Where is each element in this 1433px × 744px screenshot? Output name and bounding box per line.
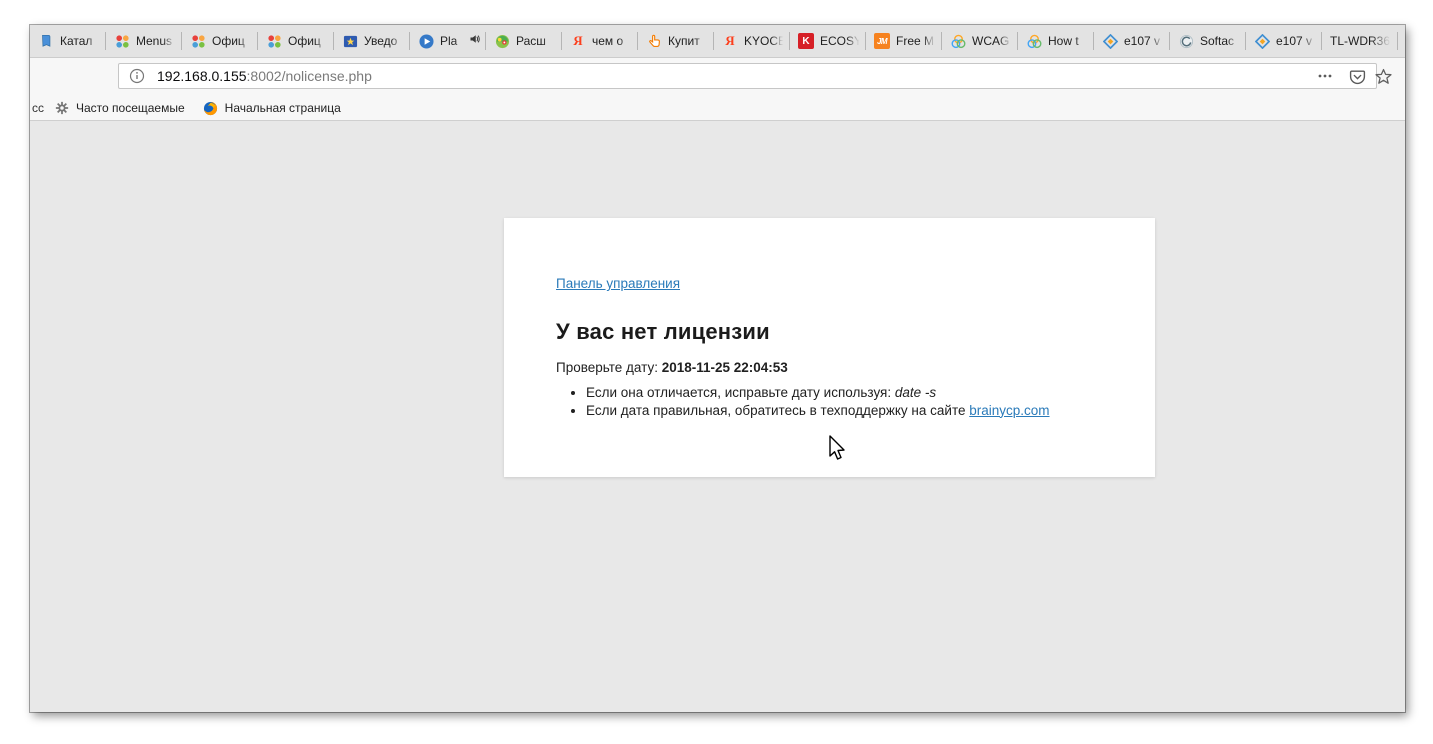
tab-free-templates[interactable]: JM Free M [866, 25, 942, 57]
tab-yandex-search-1[interactable]: Ячем о [562, 25, 638, 57]
tab-player[interactable]: Pla [410, 25, 486, 57]
tab-buy[interactable]: Купит [638, 25, 714, 57]
bookmark-label: Начальная страница [225, 101, 341, 115]
star-icon[interactable] [1375, 68, 1392, 85]
tab-how-to[interactable]: How t [1018, 25, 1094, 57]
yandex-icon: Я [722, 33, 738, 49]
tab-label: WCAG [972, 34, 1013, 48]
tab-label: How t [1048, 34, 1089, 48]
license-error-card: Панель управления У вас нет лицензии Про… [504, 218, 1155, 477]
tab-catalog[interactable]: Катал [30, 25, 106, 57]
navigation-toolbar: 192.168.0.155:8002/nolicense.php [30, 58, 1405, 96]
url-text[interactable]: 192.168.0.155:8002/nolicense.php [157, 68, 372, 84]
kyocera-icon: K [798, 33, 814, 49]
tab-label: Офиц [288, 34, 329, 48]
instruction-text: Если дата правильная, обратитесь в техпо… [586, 403, 969, 418]
tab-label: Softac [1200, 34, 1241, 48]
yandex-icon: Я [570, 33, 586, 49]
tab-official-2[interactable]: Офиц [258, 25, 334, 57]
softaculous-icon [1178, 33, 1194, 49]
instructions-list: Если она отличается, исправьте дату испо… [556, 384, 1115, 419]
url-host: 192.168.0.155 [157, 68, 247, 84]
tab-label: Офиц [212, 34, 253, 48]
tab-label: чем о [592, 34, 633, 48]
bookmark-item-partial[interactable]: сс [32, 101, 44, 115]
tab-label: Free M [896, 34, 937, 48]
tab-label: TL-WDR36 [1330, 34, 1393, 48]
tab-label: KYOCE [744, 34, 785, 48]
tab-label: ECOSY [820, 34, 861, 48]
tab-label: Катал [60, 34, 101, 48]
tab-label: Расш [516, 34, 557, 48]
joomla-icon [266, 33, 282, 49]
joomla-icon [114, 33, 130, 49]
bookmark-item-frequent[interactable]: Часто посещаемые [54, 100, 185, 116]
tab-extensions[interactable]: Расш [486, 25, 562, 57]
jm-icon: JM [874, 33, 890, 49]
list-item: Если дата правильная, обратитесь в техпо… [586, 402, 1115, 420]
pocket-icon[interactable] [1349, 68, 1366, 85]
tab-softaculous[interactable]: Softac [1170, 25, 1246, 57]
bookmark-item-home[interactable]: Начальная страница [203, 100, 341, 116]
brainycp-link[interactable]: brainycp.com [969, 403, 1049, 418]
desktop: Катал Menus Офиц Офиц Уведо [0, 0, 1433, 744]
e107-icon [1254, 33, 1270, 49]
date-value: 2018-11-25 22:04:53 [662, 360, 788, 375]
catalog-icon [38, 33, 54, 49]
tab-wcag[interactable]: WCAG [942, 25, 1018, 57]
speaker-icon[interactable] [469, 32, 481, 50]
info-icon[interactable] [129, 68, 145, 84]
tab-yandex-search-2[interactable]: Я KYOCE [714, 25, 790, 57]
control-panel-link[interactable]: Панель управления [556, 276, 680, 291]
firefox-icon [203, 100, 219, 116]
check-date-line: Проверьте дату: 2018-11-25 22:04:53 [556, 360, 1115, 375]
tab-label: Pla [440, 34, 463, 48]
bookmark-label: Часто посещаемые [76, 101, 185, 115]
browser-window: Катал Menus Офиц Офиц Уведо [30, 25, 1405, 712]
instruction-text: Если она отличается, исправьте дату испо… [586, 385, 895, 400]
page-viewport: Панель управления У вас нет лицензии Про… [30, 121, 1405, 712]
emblem-icon [342, 33, 358, 49]
colorful-globe-icon [494, 33, 510, 49]
bookmarks-toolbar: сс Часто посещаемые Начальная страница [30, 96, 1405, 121]
gear-icon [54, 100, 70, 116]
tab-label: Menus [136, 34, 177, 48]
url-bar[interactable]: 192.168.0.155:8002/nolicense.php [118, 63, 1377, 89]
list-item: Если она отличается, исправьте дату испо… [586, 384, 1115, 402]
tab-router[interactable]: TL-WDR36 [1322, 25, 1398, 57]
more-options-icon[interactable] [1317, 68, 1333, 84]
tab-notifications[interactable]: Уведо [334, 25, 410, 57]
tab-ecosys[interactable]: K ECOSY [790, 25, 866, 57]
tab-label: Купит [668, 34, 709, 48]
e107-icon [1102, 33, 1118, 49]
url-path: :8002/nolicense.php [247, 68, 372, 84]
tab-label: Уведо [364, 34, 405, 48]
command-text: date -s [895, 385, 936, 400]
tab-strip: Катал Menus Офиц Офиц Уведо [30, 25, 1405, 58]
check-date-label: Проверьте дату: [556, 360, 662, 375]
page-title: У вас нет лицензии [556, 319, 1115, 345]
color-circles-icon [1026, 33, 1042, 49]
tab-e107-2[interactable]: e107 v [1246, 25, 1322, 57]
tab-label: e107 v [1124, 34, 1165, 48]
color-circles-icon [950, 33, 966, 49]
joomla-icon [190, 33, 206, 49]
tab-e107-1[interactable]: e107 v [1094, 25, 1170, 57]
play-icon [418, 33, 434, 49]
tab-label: e107 v [1276, 34, 1317, 48]
tab-menus[interactable]: Menus [106, 25, 182, 57]
tab-official-1[interactable]: Офиц [182, 25, 258, 57]
hand-pointer-icon [646, 33, 662, 49]
